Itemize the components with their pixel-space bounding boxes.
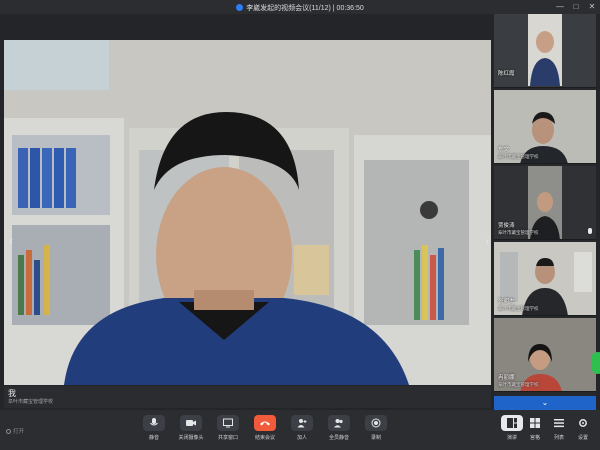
camera-icon [180,415,202,431]
main-speaker-caption: 我 阜叶市藏宝管理学校 [4,386,491,408]
meeting-title-text: 李崴发起的视频会议(11/12) | 00:36:50 [246,5,364,12]
participant-name: 贾俊涛 [498,223,515,229]
participant-tile[interactable]: 张明杰 阜叶市藏宝管理学校 [494,242,596,316]
grid-view-icon [524,415,546,431]
settings-button[interactable]: 设置 [568,415,598,441]
participant-org: 阜叶市藏宝管理学校 [498,230,539,235]
mute-label: 静音 [148,435,159,441]
participant-name: 陈红霞 [498,71,515,77]
mute-all-label: 全员静音 [328,435,349,441]
list-view-icon [548,415,570,431]
participant-name: 冉丽娜 [498,375,515,381]
participant-tile[interactable]: 冉丽娜 阜叶市藏宝管理学校 [494,318,596,392]
participant-name: 东文 [498,147,510,153]
floating-button[interactable] [591,352,600,374]
close-button[interactable]: ✕ [588,2,596,11]
participant-video [494,90,596,163]
end-meeting-label: 结束会议 [254,435,275,441]
shield-icon [236,4,244,11]
maximize-button[interactable]: □ [572,2,580,11]
record-button[interactable]: 录制 [361,415,391,441]
participant-name: 张明杰 [498,299,515,305]
end-meeting-button[interactable]: 结束会议 [250,415,280,441]
participant-list: 陈红霞 东文 阜叶市藏宝管理学校 贾俊涛 阜叶市藏宝管理学校 张明杰 阜叶市藏宝… [494,14,596,410]
invite-label: 加人 [296,435,307,441]
chevron-left-icon[interactable]: ‹ [6,232,16,250]
status-text: 打开 [13,429,25,435]
title-bar: 李崴发起的视频会议(11/12) | 00:36:50 — □ ✕ [0,0,600,14]
mute-all-button[interactable]: 全员静音 [324,415,354,441]
participant-org: 阜叶市藏宝管理学校 [498,154,539,159]
phone-hangup-icon [254,415,276,431]
main-video[interactable] [4,40,491,385]
camera-off-label: 关闭摄像头 [178,435,204,441]
participant-org: 阜叶市藏宝管理学校 [498,306,539,311]
status-dot-icon [6,429,11,434]
share-icon [217,415,239,431]
main-video-frame [4,40,491,385]
chevron-down-icon[interactable]: ⌄ [494,396,596,410]
camera-off-button[interactable]: 关闭摄像头 [176,415,206,441]
mute-button[interactable]: 静音 [139,415,169,441]
record-label: 录制 [370,435,381,441]
mic-icon [143,415,165,431]
window-controls: — □ ✕ [556,2,596,11]
minimize-button[interactable]: — [556,2,564,11]
participant-org: 阜叶市藏宝管理学校 [498,382,539,387]
invite-button[interactable]: 加人 [287,415,317,441]
bottom-toolbar: 打开 静音 关闭摄像头 共享窗口 结束会议 加人 全员静音 录制 演讲 宫格 列… [0,410,600,450]
participant-tile[interactable]: 贾俊涛 阜叶市藏宝管理学校 [494,166,596,240]
add-person-icon [291,415,313,431]
participant-tile[interactable]: 东文 阜叶市藏宝管理学校 [494,90,596,164]
record-icon [365,415,387,431]
mute-all-icon [328,415,350,431]
settings-label: 设置 [577,435,588,441]
status-indicator: 打开 [6,427,24,435]
main-speaker-org: 阜叶市藏宝管理学校 [8,399,54,405]
share-screen-button[interactable]: 共享窗口 [213,415,243,441]
share-screen-label: 共享窗口 [217,435,238,441]
participant-tile[interactable]: 陈红霞 [494,14,596,88]
settings-icon [572,415,594,431]
mic-icon [588,228,592,234]
chevron-right-icon[interactable]: › [482,232,492,250]
video-meeting-window: 李崴发起的视频会议(11/12) | 00:36:50 — □ ✕ 🎙 ⋮⋮ [0,0,600,450]
meeting-title: 李崴发起的视频会议(11/12) | 00:36:50 [0,3,600,13]
